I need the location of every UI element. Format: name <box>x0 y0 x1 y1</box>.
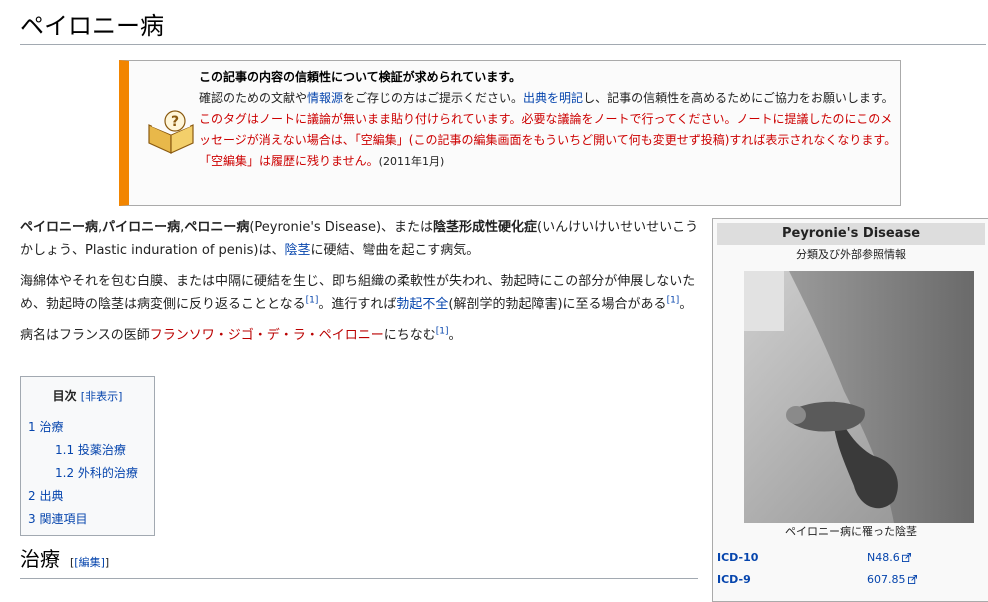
cite-sources-link[interactable]: 出典を明記 <box>523 91 583 105</box>
intro-text: に硬結、彎曲を起こす病気。 <box>310 243 480 258</box>
toc-item[interactable]: 1.2 外科的治療 <box>21 462 154 485</box>
icd10-code: N48.6 <box>867 551 900 564</box>
notice-title: この記事の内容の信頼性について <box>199 70 379 84</box>
term-bold: 陰茎形成性硬化症 <box>433 220 538 235</box>
toc-num: 1.2 <box>55 466 75 480</box>
toc-toggle[interactable]: [非表示] <box>81 390 123 403</box>
desc-text: 。進行すれば <box>318 297 397 312</box>
toc-item[interactable]: 1.1 投薬治療 <box>21 439 154 462</box>
svg-text:?: ? <box>171 114 179 130</box>
condition-photo[interactable] <box>744 271 974 523</box>
description-paragraph: 海綿体やそれを包む白膜、または中隔に硬結を生じ、即ち組織の柔軟性が失われ、勃起時… <box>20 270 700 316</box>
toc-label: 投薬治療 <box>77 443 126 457</box>
infobox-title: Peyronie's Disease <box>717 223 985 245</box>
infobox-row-icd9: ICD-9 607.85 <box>717 571 985 589</box>
erectile-dysfunction-link[interactable]: 勃起不全 <box>396 297 448 312</box>
section-heading: 治療 [[編集]] <box>20 544 698 579</box>
infobox: Peyronie's Disease 分類及び外部参照情報 ペイロニー病に罹った… <box>712 218 988 602</box>
toc-label: 外科的治療 <box>77 466 138 480</box>
notice-line1-a: 確認のための文献や <box>199 91 308 105</box>
article-body: ペイロニー病,パイロニー病,ペロニー病(Peyronie's Disease)、… <box>20 216 700 355</box>
verification-link[interactable]: 検証が求められています <box>379 70 509 84</box>
sources-link[interactable]: 情報源 <box>307 91 343 105</box>
notice-line1-b: をご存じの方はご提示ください。 <box>343 91 524 105</box>
section-title: 治療 <box>20 547 60 571</box>
reference-link[interactable]: [1] <box>306 296 319 306</box>
desc-text: 。 <box>679 297 693 312</box>
icd9-label[interactable]: ICD-9 <box>717 571 751 589</box>
intro-text: (Peyronie's Disease)、または <box>249 220 434 235</box>
term-bold: パイロニー病 <box>102 220 181 235</box>
page-title: ペイロニー病 <box>20 10 986 45</box>
notice-text: この記事の内容の信頼性について検証が求められています。 確認のための文献や情報源… <box>199 67 899 172</box>
toc-label: 関連項目 <box>39 512 88 526</box>
penis-link[interactable]: 陰茎 <box>284 243 310 258</box>
toc-num: 1 <box>28 420 36 434</box>
notice-title-end: 。 <box>509 70 522 84</box>
peyronie-redlink[interactable]: フランソワ・ジゴ・デ・ラ・ペイロニー <box>150 328 384 343</box>
icd10-value[interactable]: N48.6 <box>867 549 911 567</box>
toc-label: 出典 <box>39 489 64 503</box>
toc-label: 治療 <box>39 420 64 434</box>
icd9-value[interactable]: 607.85 <box>867 571 917 589</box>
edit-section-link[interactable]: [編集] <box>74 556 105 569</box>
table-of-contents: 目次 [非表示] 1 治療 1.1 投薬治療 1.2 外科的治療 2 出典 3 … <box>20 376 155 536</box>
notice-warning-text: このタグはノートに議論が無いまま貼り付けられています。必要な議論をノートで行って… <box>199 112 897 168</box>
icd10-label[interactable]: ICD-10 <box>717 549 758 567</box>
notice-line1-c: し、記事の信頼性を高めるためにご協力をお願いします。 <box>583 91 894 105</box>
external-link-icon <box>907 575 917 584</box>
infobox-subtitle: 分類及び外部参照情報 <box>796 248 906 261</box>
toc-num: 1.1 <box>55 443 75 457</box>
etym-text: にちなむ <box>383 328 436 343</box>
infobox-row-icd10: ICD-10 N48.6 <box>717 549 985 567</box>
book-question-icon: ? <box>148 110 194 154</box>
toc-item[interactable]: 1 治療 <box>21 416 154 439</box>
reference-link[interactable]: [1] <box>667 296 680 306</box>
term-bold: ペイロニー病 <box>20 220 99 235</box>
term-bold: ペロニー病 <box>184 220 250 235</box>
reference-link[interactable]: [1] <box>436 327 449 337</box>
etymology-paragraph: 病名はフランスの医師フランソワ・ジゴ・デ・ラ・ペイロニーにちなむ[1]。 <box>20 324 700 347</box>
photo-caption: ペイロニー病に罹った陰茎 <box>785 525 917 538</box>
toc-item[interactable]: 3 関連項目 <box>21 508 154 531</box>
notice-date: (2011年1月) <box>378 155 445 168</box>
intro-paragraph: ペイロニー病,パイロニー病,ペロニー病(Peyronie's Disease)、… <box>20 216 700 262</box>
toc-title: 目次 <box>52 389 77 403</box>
external-link-icon <box>901 553 911 562</box>
toc-item[interactable]: 2 出典 <box>21 485 154 508</box>
etym-text: 。 <box>448 328 462 343</box>
toc-num: 2 <box>28 489 36 503</box>
icd9-code: 607.85 <box>867 573 906 586</box>
etym-text: 病名はフランスの医師 <box>20 328 150 343</box>
toc-num: 3 <box>28 512 36 526</box>
verification-notice: ? この記事の内容の信頼性について検証が求められています。 確認のための文献や情… <box>119 60 901 206</box>
desc-text: (解剖学的勃起障害)に至る場合がある <box>448 297 667 312</box>
